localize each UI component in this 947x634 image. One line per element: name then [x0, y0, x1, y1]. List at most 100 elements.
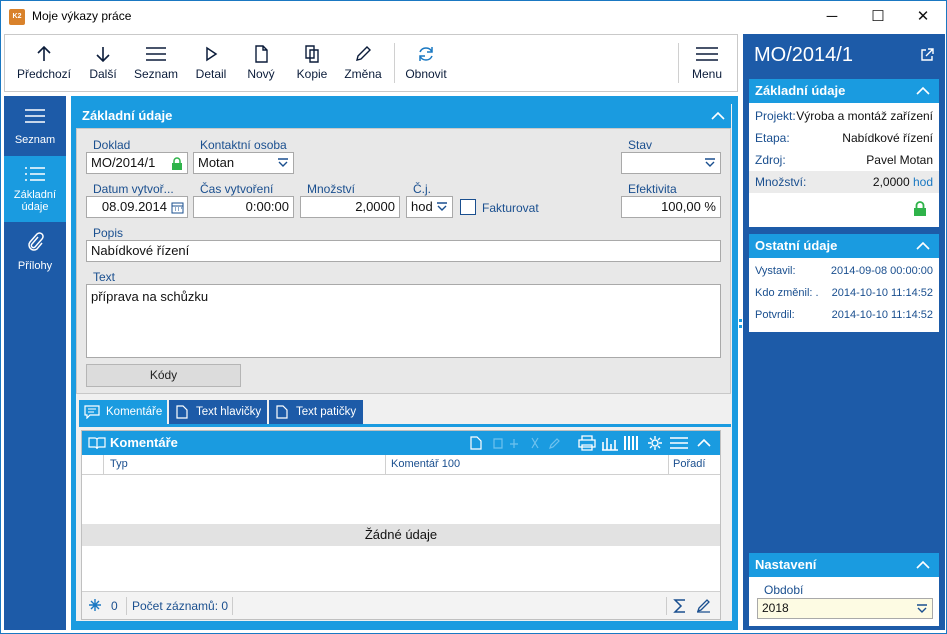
- refresh-button[interactable]: Obnovit: [401, 35, 451, 91]
- doklad-field[interactable]: MO/2014/1: [86, 152, 188, 174]
- open-external-icon[interactable]: [920, 48, 934, 62]
- confirmed-value: 2014-10-10 11:14:52: [831, 309, 933, 321]
- list-button[interactable]: Seznam: [131, 35, 181, 91]
- lock-icon: [172, 157, 182, 170]
- stage-row: Etapa: Nabídkové řízení: [749, 127, 939, 149]
- record-count: Počet záznamů: 0: [132, 599, 229, 613]
- main-panel: Základní údaje Doklad MO/2014/1 Kontaktn…: [71, 96, 738, 630]
- right-basic-panel: Základní údaje Projekt: Výroba a montáž z…: [749, 79, 939, 227]
- new-label: Nový: [247, 67, 275, 81]
- nav-item-basic-label-1: Základní: [13, 189, 57, 201]
- maximize-button[interactable]: ☐: [855, 1, 901, 32]
- tab-footer-text[interactable]: Text patičky: [269, 400, 363, 424]
- gear-icon[interactable]: [647, 435, 663, 451]
- quantity-value: 2,0000: [355, 199, 395, 214]
- basic-section-title: Základní údaje: [82, 108, 173, 123]
- toolbar-divider: [394, 43, 395, 83]
- status-field[interactable]: [621, 152, 721, 174]
- tab-footer-text-label: Text patičky: [296, 406, 357, 418]
- paperclip-icon: [28, 232, 44, 251]
- list-icon: [146, 47, 166, 61]
- quantity-row: Množství: 2,0000 hod: [749, 171, 939, 193]
- record-title: MO/2014/1: [754, 44, 853, 66]
- menu-button[interactable]: Menu: [685, 35, 729, 91]
- right-settings-header: Nastavení: [749, 553, 939, 577]
- nav-item-attachments-label: Přílohy: [17, 260, 53, 272]
- nav-item-list-label: Seznam: [14, 134, 56, 146]
- document-icon: [276, 405, 288, 419]
- change-button[interactable]: Změna: [339, 35, 387, 91]
- detail-button[interactable]: Detail: [191, 35, 231, 91]
- efficiency-label: Efektivita: [628, 182, 677, 196]
- hamburger-icon[interactable]: [669, 436, 689, 450]
- text-area[interactable]: příprava na schůzku: [86, 284, 721, 358]
- chevron-up-icon[interactable]: [913, 237, 933, 255]
- text-label: Text: [93, 270, 116, 284]
- bar-chart-icon[interactable]: [601, 435, 619, 451]
- window-title: Moje výkazy práce: [32, 9, 132, 23]
- nav-item-list[interactable]: Seznam: [4, 96, 66, 154]
- list-icon: [25, 109, 45, 123]
- chevron-up-icon[interactable]: [913, 82, 933, 100]
- unit-field[interactable]: hod: [406, 196, 453, 218]
- contact-person-field[interactable]: Motan: [193, 152, 294, 174]
- period-field[interactable]: 2018: [757, 598, 933, 619]
- tab-header-text[interactable]: Text hlavičky: [169, 400, 267, 424]
- doklad-label: Doklad: [93, 138, 131, 152]
- print-icon[interactable]: [578, 435, 596, 451]
- document-icon: [176, 405, 188, 419]
- unit-label: Č.j.: [413, 182, 431, 196]
- quantity-field[interactable]: 2,0000: [300, 196, 400, 218]
- title-bar: K2 Moje výkazy práce ─ ☐ ✕: [1, 1, 946, 32]
- next-button[interactable]: Další: [83, 35, 123, 91]
- columns-icon[interactable]: [623, 435, 641, 451]
- chevron-up-icon[interactable]: [913, 556, 933, 574]
- nav-item-attachments[interactable]: Přílohy: [4, 224, 66, 282]
- description-value: Nabídkové řízení: [91, 243, 190, 258]
- doklad-value: MO/2014/1: [91, 155, 156, 170]
- tab-comments[interactable]: Komentáře: [79, 400, 167, 424]
- arrow-up-icon: [37, 45, 51, 61]
- time-created-field[interactable]: 0:00:00: [193, 196, 294, 218]
- new-record-icon[interactable]: [470, 436, 482, 450]
- issued-value: 2014-09-08 00:00:00: [830, 265, 933, 277]
- new-button[interactable]: Nový: [241, 35, 281, 91]
- pencil-icon[interactable]: [696, 598, 711, 613]
- comments-title: Komentáře: [110, 435, 178, 450]
- right-basic-header: Základní údaje: [749, 79, 939, 103]
- lock-icon: [914, 201, 926, 216]
- calendar-icon[interactable]: [171, 201, 184, 214]
- efficiency-value: 100,00 %: [661, 199, 716, 214]
- copy-label: Kopie: [296, 67, 328, 81]
- column-divider: [385, 455, 386, 475]
- chevron-up-icon[interactable]: [694, 434, 714, 452]
- dropdown-icon: [437, 202, 447, 211]
- invoice-checkbox[interactable]: [460, 199, 476, 215]
- refresh-icon: [419, 47, 433, 61]
- nav-item-basic[interactable]: Základní údaje: [4, 156, 66, 222]
- column-header-order[interactable]: Pořadí: [673, 458, 705, 470]
- sum-icon[interactable]: [673, 598, 687, 613]
- column-header-type[interactable]: Typ: [110, 458, 128, 470]
- minimize-button[interactable]: ─: [809, 1, 855, 32]
- new-document-icon: [255, 45, 268, 63]
- grid-row-selector-header: [82, 455, 104, 475]
- detail-list-icon: [25, 167, 45, 181]
- disabled-actions-icon: [493, 437, 560, 449]
- app-logo: K2: [9, 9, 25, 25]
- efficiency-field[interactable]: 100,00 %: [621, 196, 721, 218]
- date-created-field[interactable]: 08.09.2014: [86, 196, 188, 218]
- close-button[interactable]: ✕: [900, 1, 946, 32]
- description-field[interactable]: Nabídkové řízení: [86, 240, 721, 262]
- time-created-value: 0:00:00: [245, 199, 289, 214]
- right-quantity-unit: hod: [912, 175, 933, 189]
- period-value: 2018: [762, 601, 789, 615]
- changed-value: 2014-10-10 11:14:52: [831, 287, 933, 299]
- snowflake-icon[interactable]: [88, 598, 102, 612]
- grid-footer: 0 Počet záznamů: 0: [82, 591, 720, 619]
- column-header-comment[interactable]: Komentář 100: [391, 458, 460, 470]
- collapse-basic-button[interactable]: [707, 105, 729, 127]
- codes-button[interactable]: Kódy: [86, 364, 241, 387]
- previous-button[interactable]: Předchozí: [13, 35, 75, 91]
- copy-button[interactable]: Kopie: [292, 35, 332, 91]
